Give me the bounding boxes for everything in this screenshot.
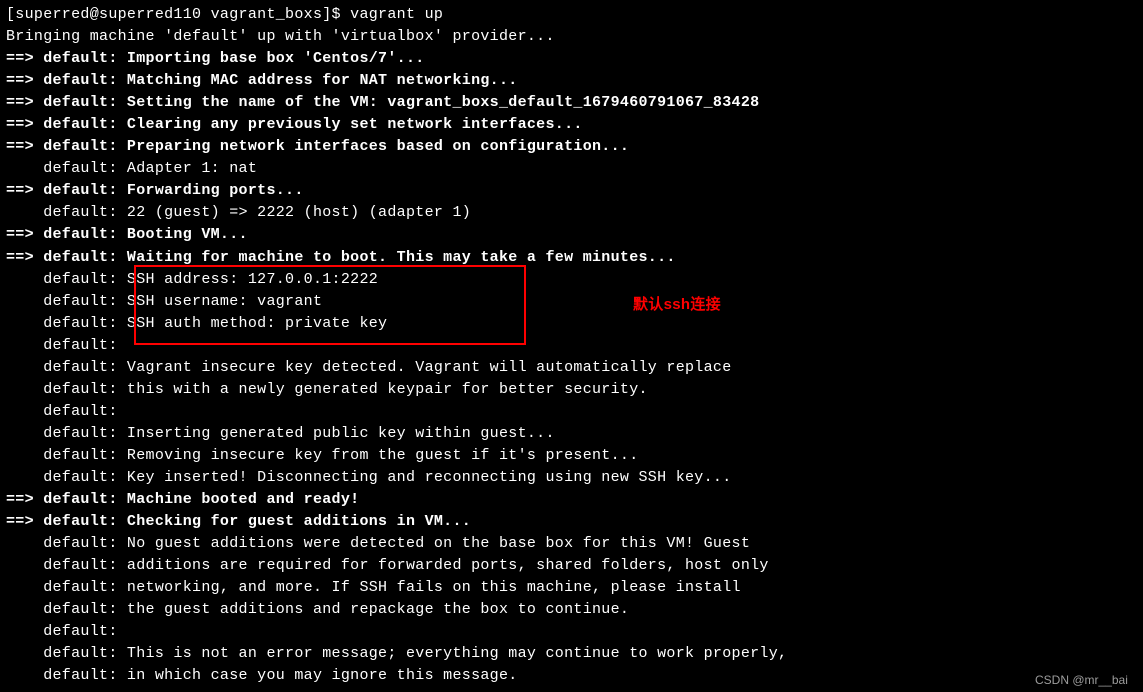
terminal-line: default: SSH username: vagrant — [6, 291, 1137, 313]
terminal-line: default: in which case you may ignore th… — [6, 665, 1137, 687]
terminal-line: default: — [6, 401, 1137, 423]
terminal-output: [superred@superred110 vagrant_boxs]$ vag… — [6, 4, 1137, 687]
terminal-line: ==> default: Waiting for machine to boot… — [6, 247, 1137, 269]
output-lines: Bringing machine 'default' up with 'virt… — [6, 26, 1137, 687]
terminal-line: default: 22 (guest) => 2222 (host) (adap… — [6, 202, 1137, 224]
terminal-line: default: SSH auth method: private key — [6, 313, 1137, 335]
terminal-line: default: networking, and more. If SSH fa… — [6, 577, 1137, 599]
terminal-line: Bringing machine 'default' up with 'virt… — [6, 26, 1137, 48]
terminal-line: ==> default: Preparing network interface… — [6, 136, 1137, 158]
terminal-line: default: Removing insecure key from the … — [6, 445, 1137, 467]
ssh-annotation: 默认ssh连接 — [633, 294, 721, 316]
terminal-line: default: — [6, 335, 1137, 357]
terminal-line: default: Adapter 1: nat — [6, 158, 1137, 180]
terminal-line: ==> default: Importing base box 'Centos/… — [6, 48, 1137, 70]
prompt-line: [superred@superred110 vagrant_boxs]$ vag… — [6, 4, 1137, 26]
terminal-line: ==> default: Matching MAC address for NA… — [6, 70, 1137, 92]
terminal-line: ==> default: Forwarding ports... — [6, 180, 1137, 202]
terminal-line: default: the guest additions and repacka… — [6, 599, 1137, 621]
terminal-line: default: No guest additions were detecte… — [6, 533, 1137, 555]
terminal-line: default: this with a newly generated key… — [6, 379, 1137, 401]
terminal-line: default: This is not an error message; e… — [6, 643, 1137, 665]
terminal-line: default: Inserting generated public key … — [6, 423, 1137, 445]
terminal-line: default: Vagrant insecure key detected. … — [6, 357, 1137, 379]
terminal-line: default: additions are required for forw… — [6, 555, 1137, 577]
terminal-line: ==> default: Booting VM... — [6, 224, 1137, 246]
terminal-line: default: — [6, 621, 1137, 643]
watermark: CSDN @mr__bai — [1035, 672, 1128, 690]
terminal-line: ==> default: Checking for guest addition… — [6, 511, 1137, 533]
terminal-line: ==> default: Clearing any previously set… — [6, 114, 1137, 136]
terminal-line: default: Key inserted! Disconnecting and… — [6, 467, 1137, 489]
terminal-line: ==> default: Setting the name of the VM:… — [6, 92, 1137, 114]
terminal-line: ==> default: Machine booted and ready! — [6, 489, 1137, 511]
terminal-line: default: SSH address: 127.0.0.1:2222 — [6, 269, 1137, 291]
